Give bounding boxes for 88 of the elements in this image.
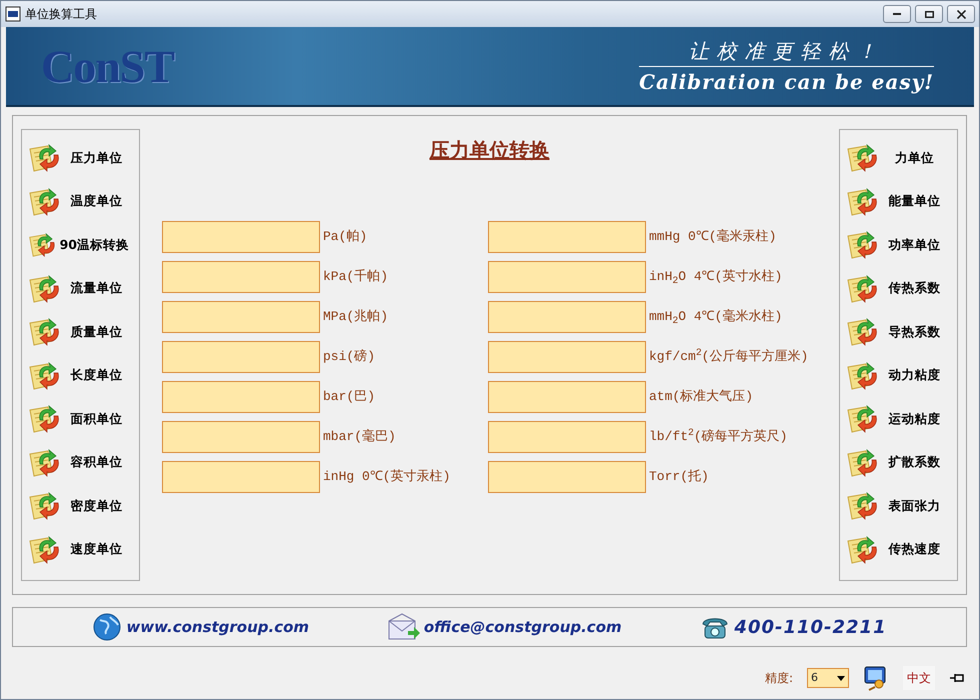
input-field[interactable] xyxy=(488,341,646,373)
minimize-button[interactable] xyxy=(883,5,911,23)
close-icon xyxy=(956,10,966,18)
input-field[interactable] xyxy=(162,341,320,373)
document-arrows-icon xyxy=(846,186,878,217)
unit-label: kPa(千帕) xyxy=(323,268,388,286)
document-arrows-icon xyxy=(846,230,878,260)
unit-label: Torr(托) xyxy=(649,468,709,486)
language-button[interactable]: 中文 xyxy=(903,666,935,690)
document-arrows-icon xyxy=(28,274,60,304)
unit-label: psi(磅) xyxy=(323,348,376,366)
document-arrows-icon xyxy=(846,448,878,478)
input-field[interactable] xyxy=(162,381,320,413)
section-heading: 压力单位转换 xyxy=(430,137,550,164)
menu-item[interactable]: 质量单位 xyxy=(22,312,139,352)
unit-label: bar(巴) xyxy=(323,388,376,406)
maximize-icon xyxy=(924,10,934,18)
close-button[interactable] xyxy=(947,5,975,23)
unit-label: mbar(毫巴) xyxy=(323,428,396,446)
menu-item[interactable]: 密度单位 xyxy=(22,486,139,526)
input-field[interactable] xyxy=(488,421,646,453)
input-field[interactable] xyxy=(488,461,646,493)
menu-item[interactable]: 运动粘度 xyxy=(840,399,957,440)
unit-label: mmH$_{2}$O 4℃(毫米水柱) xyxy=(649,308,782,327)
input-field[interactable] xyxy=(162,261,320,293)
email-link[interactable]: office@constgroup.com xyxy=(424,616,622,638)
precision-select[interactable]: 6 xyxy=(807,668,849,688)
pin-icon[interactable] xyxy=(949,672,965,684)
input-field[interactable] xyxy=(162,461,320,493)
menu-item[interactable]: 扩散系数 xyxy=(840,442,957,483)
document-arrows-icon xyxy=(28,360,60,391)
window-title: 单位换算工具 xyxy=(25,6,97,23)
globe-icon xyxy=(92,612,122,642)
document-arrows-icon xyxy=(846,534,878,565)
menu-item[interactable]: 能量单位 xyxy=(840,182,957,222)
menu-item[interactable]: 速度单位 xyxy=(22,530,139,570)
document-arrows-icon xyxy=(846,491,878,522)
menu-item[interactable]: 容积单位 xyxy=(22,442,139,483)
input-field[interactable] xyxy=(488,261,646,293)
input-field[interactable] xyxy=(162,421,320,453)
document-arrows-icon xyxy=(846,274,878,304)
phone-number: 400-110-2211 xyxy=(734,616,887,640)
unit-label: lb/ft$^{2}$(磅每平方英尺) xyxy=(649,427,788,446)
envelope-icon xyxy=(388,613,420,641)
minimize-icon xyxy=(893,13,901,15)
unit-label: mmHg 0℃(毫米汞柱) xyxy=(649,228,776,246)
menu-item[interactable]: 功率单位 xyxy=(840,225,957,266)
maximize-button[interactable] xyxy=(915,5,943,23)
document-arrows-icon xyxy=(28,404,60,434)
unit-label: inHg 0℃(英寸汞柱) xyxy=(323,468,450,486)
document-arrows-icon xyxy=(846,360,878,391)
unit-label: atm(标准大气压) xyxy=(649,388,754,406)
app-icon xyxy=(5,6,21,22)
menu-item[interactable]: 流量单位 xyxy=(22,268,139,309)
unit-label: MPa(兆帕) xyxy=(323,308,388,326)
document-arrows-icon xyxy=(28,491,60,522)
menu-item[interactable]: 动力粘度 xyxy=(840,356,957,396)
menu-item[interactable]: 压力单位 xyxy=(22,138,139,178)
menu-item[interactable]: 面积单位 xyxy=(22,399,139,440)
unit-label: kgf/cm$^{2}$(公斤每平方厘米) xyxy=(649,347,808,366)
document-arrows-icon xyxy=(846,317,878,348)
unit-label: Pa(帕) xyxy=(323,228,368,246)
input-field[interactable] xyxy=(162,301,320,333)
document-arrows-icon xyxy=(28,448,60,478)
input-field[interactable] xyxy=(488,301,646,333)
menu-item[interactable]: 传热速度 xyxy=(840,530,957,570)
document-arrows-icon xyxy=(846,404,878,434)
website-link[interactable]: www.constgroup.com xyxy=(126,616,310,638)
tagline: Calibration can be easy! xyxy=(639,68,934,96)
document-arrows-icon xyxy=(28,317,60,348)
menu-item[interactable]: 表面张力 xyxy=(840,486,957,526)
menu-item[interactable]: 导热系数 xyxy=(840,312,957,352)
logo: ConST xyxy=(41,40,174,94)
document-arrows-icon xyxy=(846,143,878,174)
menu-item[interactable]: 力单位 xyxy=(840,138,957,178)
menu-item[interactable]: 传热系数 xyxy=(840,268,957,309)
document-arrows-icon xyxy=(28,186,60,217)
input-field[interactable] xyxy=(488,221,646,253)
precision-label: 精度: xyxy=(764,670,793,687)
input-field[interactable] xyxy=(488,381,646,413)
menu-item[interactable]: 长度单位 xyxy=(22,356,139,396)
input-field[interactable] xyxy=(162,221,320,253)
document-arrows-icon xyxy=(28,143,60,174)
slogan: 让校准更轻松！ xyxy=(639,36,934,66)
menu-item[interactable]: 温度单位 xyxy=(22,182,139,222)
menu-item[interactable]: 90温标转换 xyxy=(22,225,139,266)
document-arrows-icon xyxy=(28,534,60,565)
unit-label: inH$_{2}$O 4℃(英寸水柱) xyxy=(649,268,782,287)
